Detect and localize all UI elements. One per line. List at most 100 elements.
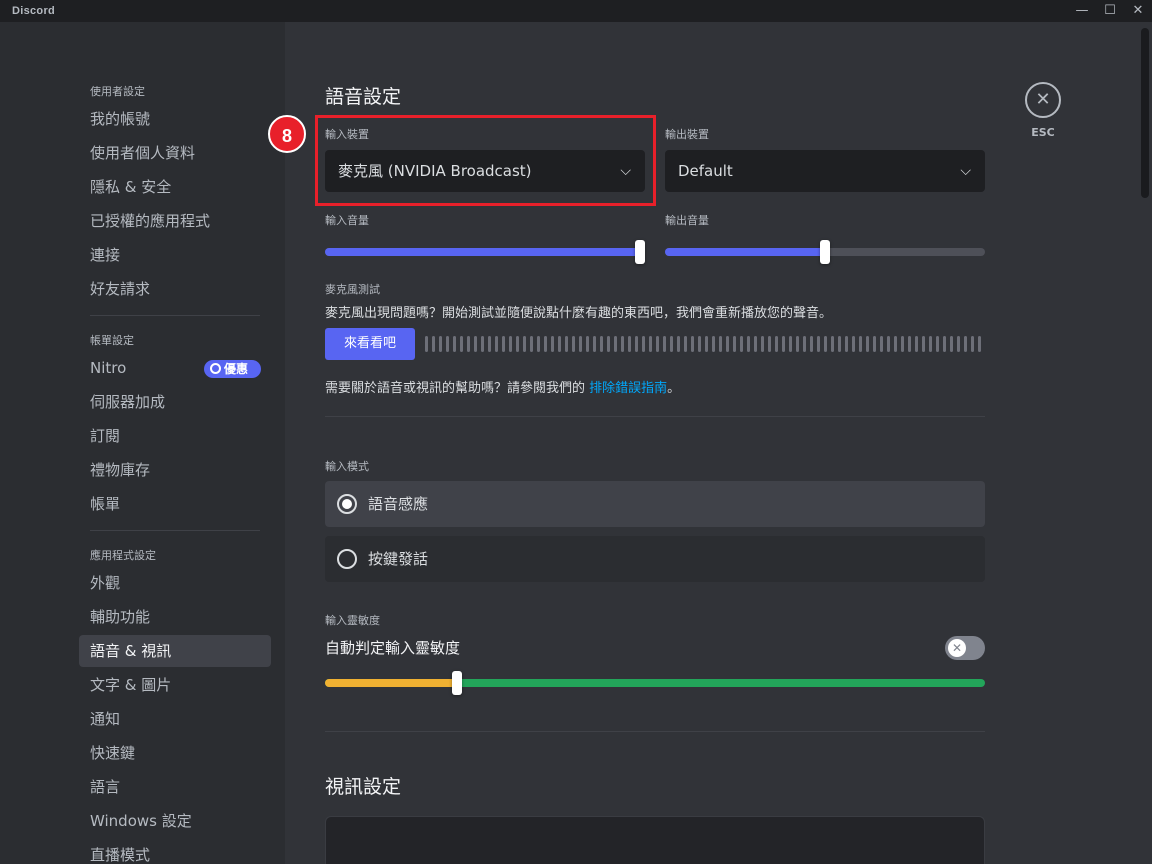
sidebar-item-privacy[interactable]: 隱私 & 安全 bbox=[79, 171, 271, 203]
meter-bar bbox=[929, 336, 932, 352]
meter-bar bbox=[488, 336, 491, 352]
meter-bar bbox=[670, 336, 673, 352]
input-volume-label: 輸入音量 bbox=[325, 214, 369, 227]
page-title: 語音設定 bbox=[325, 86, 402, 108]
meter-bar bbox=[873, 336, 876, 352]
meter-bar bbox=[614, 336, 617, 352]
meter-bar bbox=[978, 336, 981, 352]
meter-bar bbox=[894, 336, 897, 352]
sidebar-item-voice-video[interactable]: 語音 & 視訊 bbox=[79, 635, 271, 667]
meter-bar bbox=[649, 336, 652, 352]
meter-bar bbox=[943, 336, 946, 352]
meter-bar bbox=[446, 336, 449, 352]
sidebar-item-gift-inventory[interactable]: 禮物庫存 bbox=[79, 454, 271, 486]
meter-bar bbox=[768, 336, 771, 352]
close-settings-icon[interactable]: ✕ bbox=[1025, 82, 1061, 118]
meter-bar bbox=[523, 336, 526, 352]
meter-bar bbox=[719, 336, 722, 352]
meter-bar bbox=[586, 336, 589, 352]
title-bar: Discord — ☐ ✕ bbox=[0, 0, 1152, 22]
mic-test-button[interactable]: 來看看吧 bbox=[325, 328, 415, 360]
settings-sidebar: 使用者設定 我的帳號 使用者個人資料 隱私 & 安全 已授權的應用程式 連接 好… bbox=[0, 22, 285, 864]
meter-bar bbox=[691, 336, 694, 352]
meter-bar bbox=[621, 336, 624, 352]
meter-bar bbox=[425, 336, 428, 352]
meter-bar bbox=[775, 336, 778, 352]
sidebar-item-text-images[interactable]: 文字 & 圖片 bbox=[79, 669, 271, 701]
output-volume-slider[interactable] bbox=[665, 240, 985, 264]
meter-bar bbox=[740, 336, 743, 352]
sidebar-item-my-account[interactable]: 我的帳號 bbox=[79, 103, 271, 135]
mode-push-to-talk[interactable]: 按鍵發話 bbox=[325, 536, 985, 582]
sensitivity-handle[interactable] bbox=[452, 671, 462, 695]
sidebar-item-server-boost[interactable]: 伺服器加成 bbox=[79, 386, 271, 418]
sidebar-divider bbox=[90, 315, 260, 316]
output-volume-handle[interactable] bbox=[820, 240, 830, 264]
meter-bar bbox=[439, 336, 442, 352]
sensitivity-slider[interactable] bbox=[325, 671, 985, 695]
meter-bar bbox=[558, 336, 561, 352]
meter-bar bbox=[901, 336, 904, 352]
maximize-icon[interactable]: ☐ bbox=[1096, 0, 1124, 22]
annotation-highlight-box bbox=[315, 115, 656, 206]
nitro-offer-badge: 優惠 bbox=[204, 360, 261, 378]
meter-bar bbox=[663, 336, 666, 352]
meter-bar bbox=[502, 336, 505, 352]
meter-bar bbox=[817, 336, 820, 352]
sidebar-item-profile[interactable]: 使用者個人資料 bbox=[79, 137, 271, 169]
output-volume-fill bbox=[665, 248, 825, 256]
meter-bar bbox=[516, 336, 519, 352]
sidebar-item-language[interactable]: 語言 bbox=[79, 771, 271, 803]
meter-bar bbox=[607, 336, 610, 352]
meter-bar bbox=[705, 336, 708, 352]
meter-bar bbox=[572, 336, 575, 352]
troubleshooting-link[interactable]: 排除錯誤指南 bbox=[589, 381, 667, 396]
meter-bar bbox=[495, 336, 498, 352]
meter-bar bbox=[880, 336, 883, 352]
meter-bar bbox=[565, 336, 568, 352]
section-divider bbox=[325, 731, 985, 732]
sidebar-item-accessibility[interactable]: 輔助功能 bbox=[79, 601, 271, 633]
sidebar-item-billing[interactable]: 帳單 bbox=[79, 488, 271, 520]
scrollbar-thumb[interactable] bbox=[1141, 28, 1149, 198]
meter-bar bbox=[544, 336, 547, 352]
meter-bar bbox=[964, 336, 967, 352]
output-device-select[interactable]: Default ⌵ bbox=[665, 150, 985, 192]
sidebar-item-authorized-apps[interactable]: 已授權的應用程式 bbox=[79, 205, 271, 237]
meter-bar bbox=[537, 336, 540, 352]
meter-bar bbox=[677, 336, 680, 352]
mode-voice-activity[interactable]: 語音感應 bbox=[325, 481, 985, 527]
meter-bar bbox=[509, 336, 512, 352]
sidebar-item-appearance[interactable]: 外觀 bbox=[79, 567, 271, 599]
sidebar-item-windows-settings[interactable]: Windows 設定 bbox=[79, 805, 271, 837]
auto-sensitivity-toggle[interactable]: ✕ bbox=[945, 636, 985, 660]
meter-bar bbox=[824, 336, 827, 352]
radio-unselected-icon bbox=[337, 549, 357, 569]
meter-bar bbox=[530, 336, 533, 352]
meter-bar bbox=[698, 336, 701, 352]
sidebar-item-keybinds[interactable]: 快速鍵 bbox=[79, 737, 271, 769]
section-divider bbox=[325, 416, 985, 417]
input-volume-handle[interactable] bbox=[635, 240, 645, 264]
meter-bar bbox=[684, 336, 687, 352]
mic-level-meter bbox=[425, 336, 985, 352]
minimize-icon[interactable]: — bbox=[1068, 0, 1096, 22]
sidebar-item-friend-requests[interactable]: 好友請求 bbox=[79, 273, 271, 305]
input-volume-slider[interactable] bbox=[325, 240, 645, 264]
input-mode-label: 輸入模式 bbox=[325, 460, 369, 473]
output-device-value: Default bbox=[678, 162, 733, 180]
section-app-settings: 應用程式設定 bbox=[90, 549, 156, 562]
meter-bar bbox=[915, 336, 918, 352]
toggle-off-icon: ✕ bbox=[948, 639, 966, 657]
meter-bar bbox=[432, 336, 435, 352]
meter-bar bbox=[733, 336, 736, 352]
meter-bar bbox=[838, 336, 841, 352]
meter-bar bbox=[761, 336, 764, 352]
sidebar-item-connections[interactable]: 連接 bbox=[79, 239, 271, 271]
meter-bar bbox=[747, 336, 750, 352]
close-window-icon[interactable]: ✕ bbox=[1124, 0, 1152, 22]
sidebar-item-notifications[interactable]: 通知 bbox=[79, 703, 271, 735]
sidebar-item-streamer-mode[interactable]: 直播模式 bbox=[79, 839, 271, 864]
meter-bar bbox=[600, 336, 603, 352]
sidebar-item-subscriptions[interactable]: 訂閱 bbox=[79, 420, 271, 452]
